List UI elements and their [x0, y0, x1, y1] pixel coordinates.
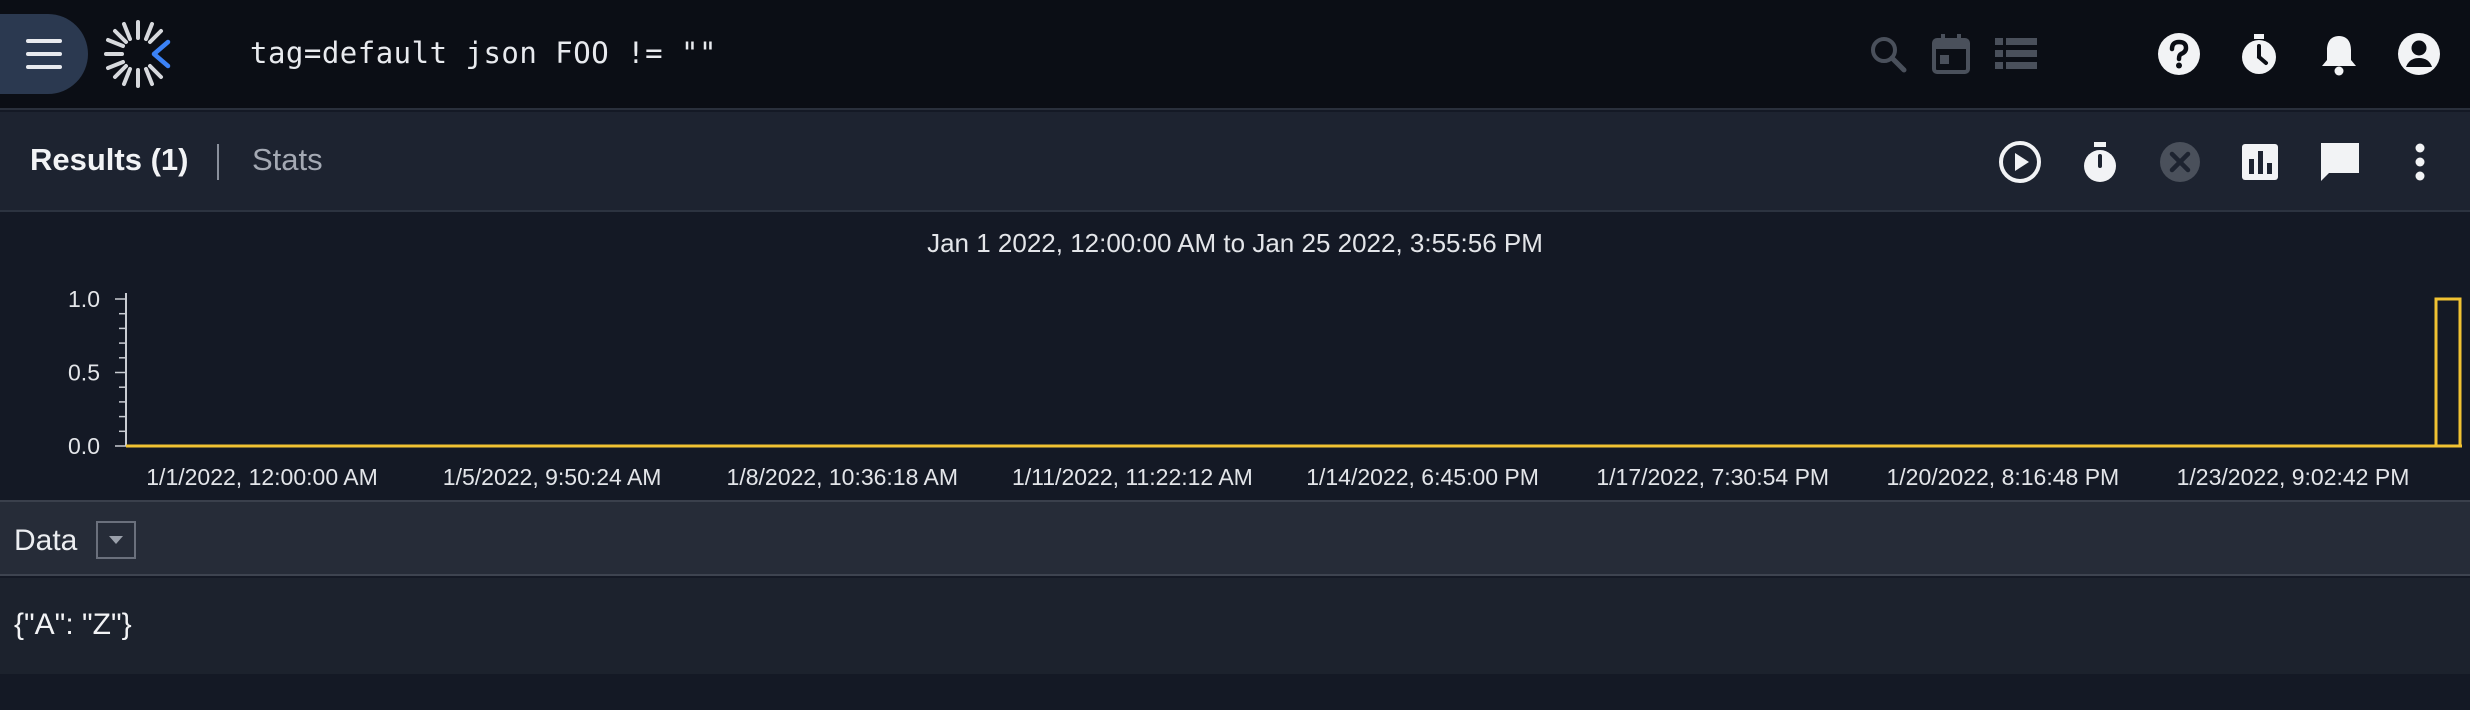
- chart-icon: [2242, 144, 2278, 180]
- x-tick-label: 1/11/2022, 11:22:12 AM: [1012, 464, 1253, 490]
- help-button[interactable]: [2153, 28, 2205, 80]
- notifications-button[interactable]: [2313, 28, 2365, 80]
- play-icon: [1999, 141, 2041, 183]
- account-button[interactable]: [2393, 28, 2445, 80]
- chart-button[interactable]: [2235, 137, 2285, 187]
- x-tick-label: 1/20/2022, 8:16:48 PM: [1886, 464, 2119, 490]
- timer-icon: [2242, 34, 2276, 74]
- timer-button[interactable]: [2233, 28, 2285, 80]
- cancel-button[interactable]: [2155, 137, 2205, 187]
- results-toolbar: Results (1) Stats: [0, 112, 2470, 212]
- list-icon: [1995, 38, 2037, 69]
- list-view-button[interactable]: [1990, 28, 2042, 80]
- table-row[interactable]: {"A": "Z"}: [0, 578, 2470, 674]
- hamburger-menu-button[interactable]: [0, 14, 88, 94]
- data-header: Data: [0, 500, 2470, 576]
- row-value: {"A": "Z"}: [14, 608, 132, 641]
- y-tick-label: 0.0: [68, 433, 100, 459]
- tab-divider: [217, 144, 219, 180]
- search-icon: [1871, 37, 1907, 73]
- search-button[interactable]: [1862, 28, 1914, 80]
- more-vert-icon: [2415, 143, 2425, 181]
- calendar-button[interactable]: [1925, 28, 1977, 80]
- y-tick-label: 0.5: [68, 360, 100, 386]
- timing-button[interactable]: [2075, 137, 2125, 187]
- data-column-label: Data: [14, 524, 78, 557]
- x-tick-label: 1/17/2022, 7:30:54 PM: [1596, 464, 1829, 490]
- x-tick-label: 1/5/2022, 9:50:24 AM: [443, 464, 662, 490]
- data-column-dropdown[interactable]: [96, 521, 136, 559]
- x-tick-label: 1/23/2022, 9:02:42 PM: [2177, 464, 2410, 490]
- x-tick-label: 1/1/2022, 12:00:00 AM: [146, 464, 377, 490]
- run-button[interactable]: [1995, 137, 2045, 187]
- calendar-icon: [1932, 34, 1970, 74]
- caret-down-icon: [109, 536, 123, 544]
- tab-results[interactable]: Results (1): [30, 142, 188, 178]
- more-options-button[interactable]: [2395, 137, 2445, 187]
- account-icon: [2398, 33, 2440, 75]
- comment-icon: [2321, 143, 2359, 181]
- x-tick-label: 1/8/2022, 10:36:18 AM: [727, 464, 958, 490]
- histogram-bar: [2434, 297, 2462, 448]
- hamburger-menu-icon: [26, 39, 62, 69]
- y-tick-label: 1.0: [68, 286, 100, 312]
- histogram-chart: Jan 1 2022, 12:00:00 AM to Jan 25 2022, …: [0, 214, 2470, 500]
- app-logo[interactable]: [102, 18, 174, 90]
- x-tick-label: 1/14/2022, 6:45:00 PM: [1306, 464, 1539, 490]
- chart-svg[interactable]: 1.0 0.5 0.0 1/1/2022, 12:00:00 AM 1/5/2022, …: [0, 214, 2470, 500]
- stopwatch-icon: [2084, 142, 2116, 182]
- bell-icon: [2322, 36, 2356, 76]
- cancel-icon: [2160, 142, 2200, 182]
- help-icon: [2158, 33, 2200, 75]
- comment-button[interactable]: [2315, 137, 2365, 187]
- top-bar: tag=default json FOO != "": [0, 0, 2470, 110]
- query-text[interactable]: tag=default json FOO != "": [250, 36, 717, 70]
- tab-stats[interactable]: Stats: [252, 142, 323, 178]
